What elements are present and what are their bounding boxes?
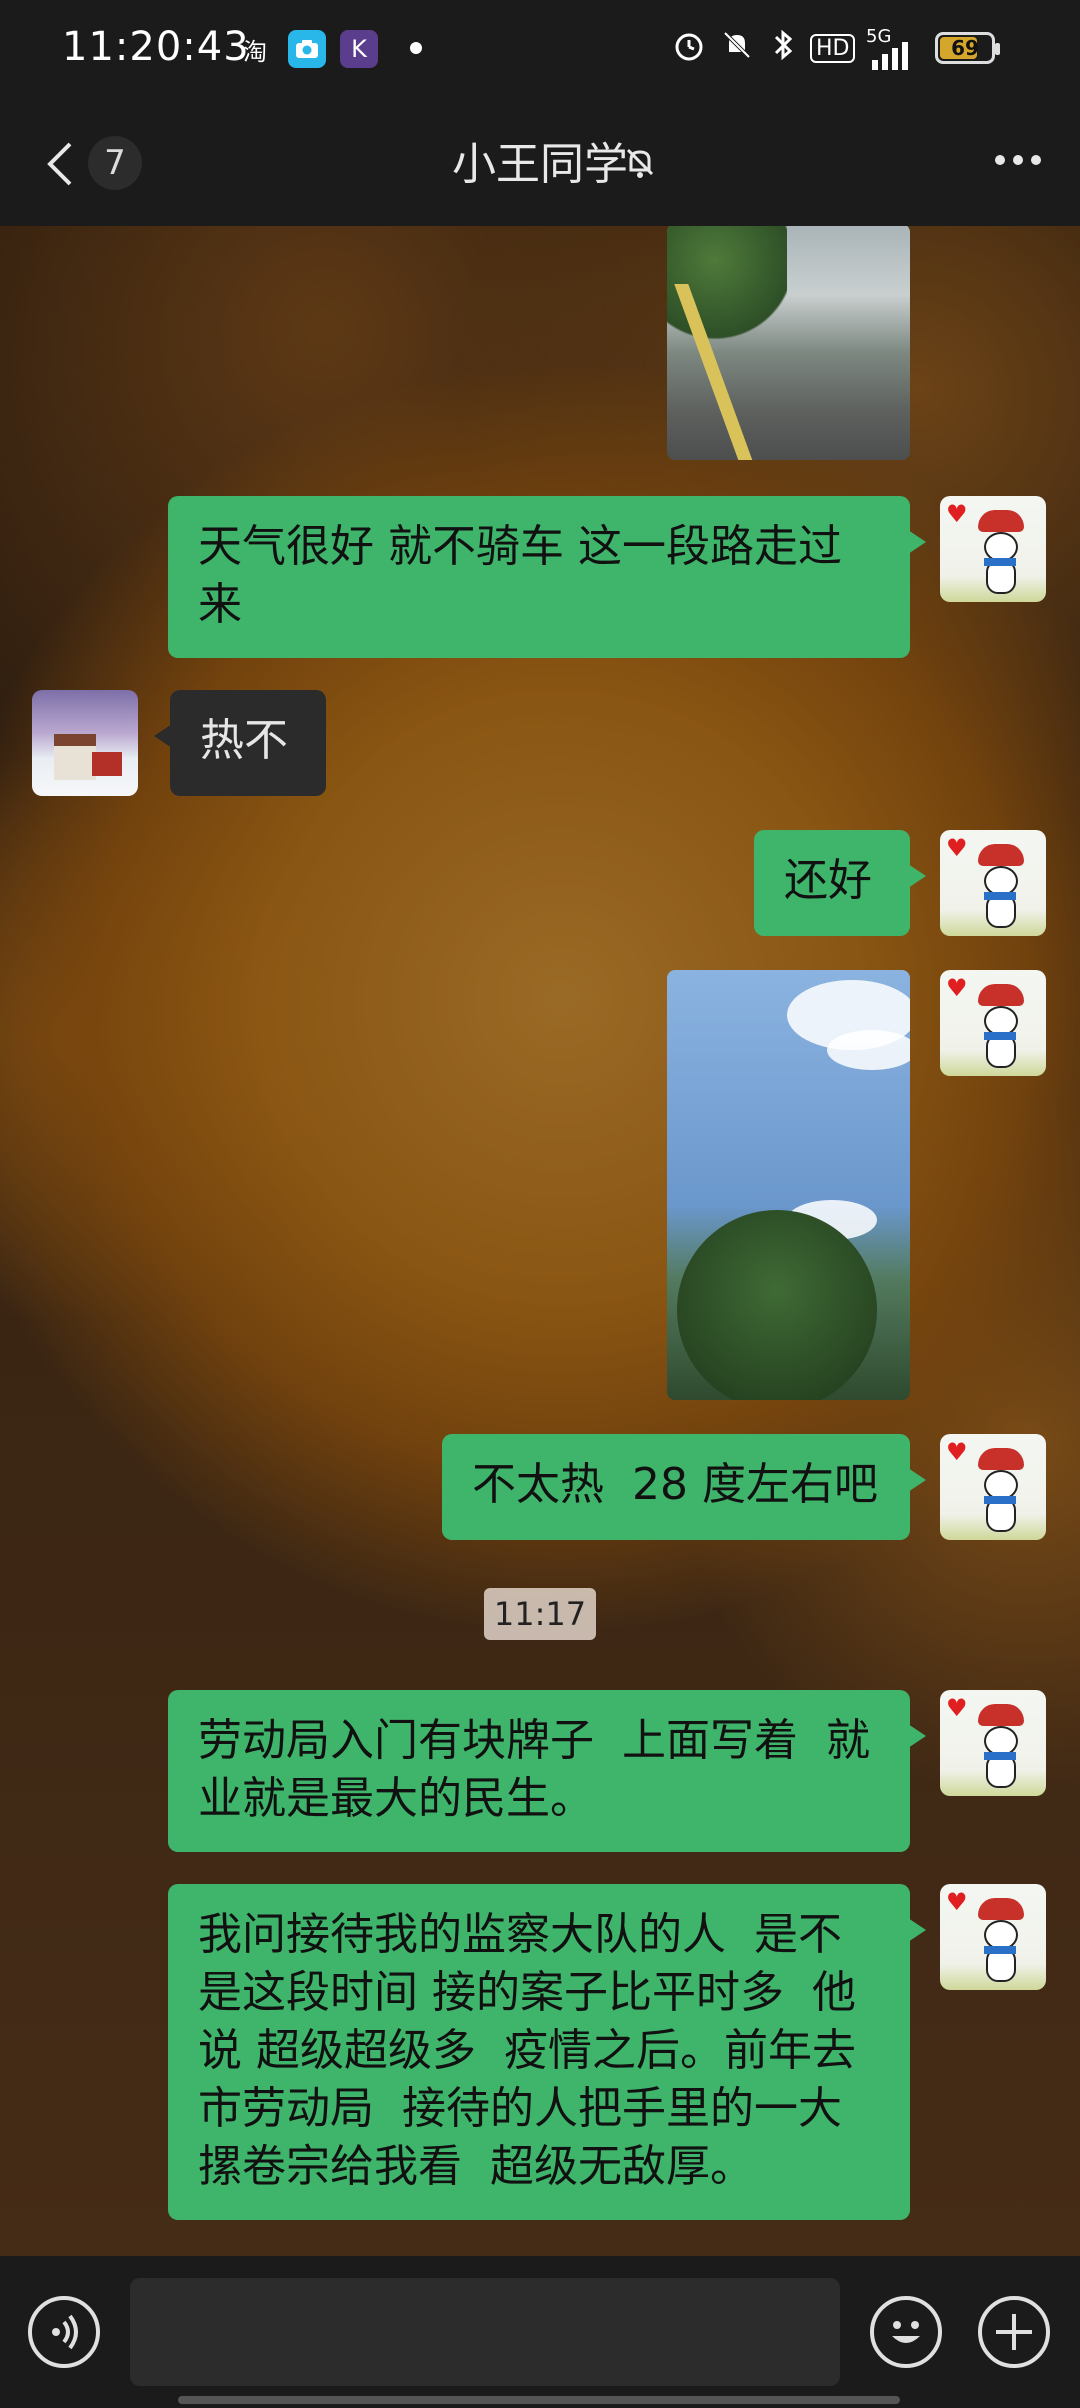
message-image-road[interactable] (667, 226, 910, 460)
alarm-icon (672, 28, 706, 70)
add-attachment-button[interactable] (978, 2296, 1050, 2368)
voice-input-button[interactable] (28, 2296, 100, 2368)
message-bubble-sent[interactable]: 不太热 28 度左右吧 (442, 1434, 926, 1540)
message-image-sky[interactable] (667, 970, 910, 1400)
taobao-icon: 淘 (243, 37, 267, 66)
message-bubble-sent[interactable]: 天气很好 就不骑车 这一段路走过来 (168, 496, 926, 658)
hd-badge: HD (810, 34, 856, 63)
mute-bell-icon (720, 28, 754, 70)
battery-icon: 69 (935, 32, 1000, 64)
notification-dot (410, 42, 422, 54)
my-avatar[interactable]: ♥ (940, 1434, 1046, 1540)
chat-area[interactable]: ♥ 天气很好 就不骑车 这一段路走过来 热不 ♥ 还好 ♥ ♥ 不太热 28 度… (0, 226, 1080, 2256)
my-avatar[interactable]: ♥ (940, 830, 1046, 936)
message-input[interactable] (130, 2278, 840, 2386)
emoji-button[interactable] (870, 2296, 942, 2368)
more-options-button[interactable] (988, 140, 1048, 180)
message-bubble-sent[interactable]: 我问接待我的监察大队的人 是不是这段时间 接的案子比平时多 他说 超级超级多 疫… (168, 1884, 926, 2220)
signal-icon (870, 40, 920, 78)
chat-title: 小王同学 (452, 139, 628, 190)
my-avatar[interactable]: ♥ (940, 970, 1046, 1076)
my-avatar[interactable]: ♥ (940, 1884, 1046, 1990)
message-bubble-sent[interactable]: 还好 (754, 830, 926, 936)
camera-icon (288, 30, 326, 68)
my-avatar[interactable]: ♥ (940, 1690, 1046, 1796)
gesture-navigation-bar[interactable] (178, 2396, 900, 2404)
message-bubble-sent[interactable]: 劳动局入门有块牌子 上面写着 就业就是最大的民生。 (168, 1690, 926, 1852)
message-bubble-received[interactable]: 热不 (154, 690, 326, 796)
status-time: 11:20:43 (62, 24, 250, 70)
timestamp-divider: 11:17 (484, 1588, 596, 1640)
my-avatar[interactable]: ♥ (940, 496, 1046, 602)
chat-header: 7 小王同学 (0, 100, 1080, 226)
mute-bell-icon (620, 142, 660, 182)
contact-avatar[interactable] (32, 690, 138, 796)
status-bar: 11:20:43 淘 K HD 5G 69 (0, 0, 1080, 100)
battery-level: 69 (951, 36, 979, 60)
bluetooth-icon (770, 28, 796, 70)
input-bar (0, 2256, 1080, 2408)
k-app-icon: K (340, 30, 378, 68)
